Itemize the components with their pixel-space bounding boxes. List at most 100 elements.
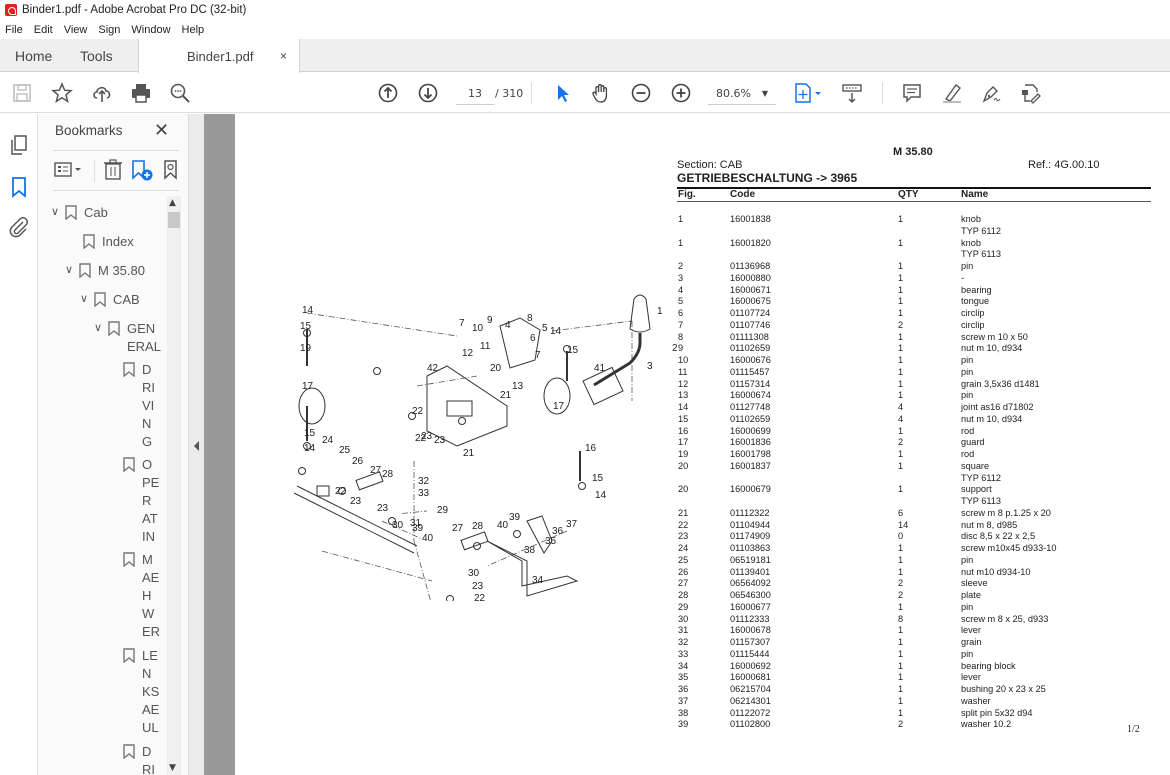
- scroll-up-icon[interactable]: ▲: [169, 198, 176, 208]
- print-icon[interactable]: [129, 81, 153, 105]
- cell-name: pin: [961, 601, 974, 612]
- cell-qty: 1: [898, 331, 904, 342]
- cell-qty: 1: [898, 308, 904, 318]
- new-bookmark-icon[interactable]: [130, 158, 154, 182]
- cell-qty: 1: [898, 343, 904, 354]
- column-header-qty: QTY: [898, 189, 919, 200]
- bookmarks-icon[interactable]: [8, 176, 30, 198]
- bookmark-label: GEN ERAL: [127, 321, 161, 354]
- chevron-down-icon[interactable]: ∨: [65, 263, 79, 276]
- bookmark-item-dri[interactable]: D RI: [123, 743, 155, 775]
- diagram-callout-label: 33: [418, 488, 430, 499]
- diagram-callout-label: 15: [304, 428, 316, 439]
- cell-qty: 1: [898, 660, 904, 671]
- menu-file[interactable]: File: [5, 24, 23, 36]
- tab-document[interactable]: Binder1.pdf ×: [138, 39, 300, 73]
- diagram-part-guard: [298, 387, 326, 425]
- diagram-part-nut: [298, 467, 306, 475]
- tab-tools[interactable]: Tools: [68, 39, 138, 72]
- comment-icon[interactable]: [900, 81, 924, 105]
- diagram-callout-label: 10: [472, 323, 484, 334]
- fit-page-icon[interactable]: [792, 81, 826, 105]
- diagram-callout-label: 37: [566, 519, 578, 530]
- diagram-callout-label: 1: [657, 306, 663, 317]
- bookmarks-scrollbar[interactable]: ▲ ▼: [167, 196, 181, 775]
- bookmark-item-general[interactable]: ∨ GEN ERAL: [94, 320, 161, 356]
- diagram-callout-label: 8: [527, 313, 533, 324]
- cell-name: screw m 8 p.1.25 x 20: [961, 507, 1051, 518]
- acrobat-logo-icon: [5, 4, 17, 16]
- menu-window[interactable]: Window: [131, 24, 170, 36]
- cell-fig: 2: [678, 261, 684, 271]
- cell-fig: 28: [678, 590, 689, 600]
- chevron-down-icon[interactable]: ∨: [80, 292, 94, 305]
- scroll-down-icon[interactable]: ▼: [169, 763, 176, 773]
- collapse-panel-icon[interactable]: [194, 441, 199, 451]
- bookmark-star-icon[interactable]: [50, 81, 74, 105]
- panel-close-button[interactable]: ✕: [154, 120, 169, 141]
- select-cursor-icon[interactable]: [551, 81, 575, 105]
- panel-collapse-gutter[interactable]: [188, 114, 204, 775]
- cell-qty: 1: [898, 601, 904, 612]
- cell-code: 06564092: [730, 578, 771, 589]
- cell-fig: 20: [678, 484, 689, 495]
- scrollbar-thumb[interactable]: [168, 212, 180, 228]
- bookmark-label: CAB: [113, 292, 140, 307]
- bookmark-item-operating[interactable]: O PE R AT IN: [123, 456, 159, 546]
- zoom-level-select[interactable]: 80.6% ▼: [708, 83, 776, 105]
- bookmark-options-button[interactable]: [53, 158, 89, 182]
- chevron-down-icon[interactable]: ∨: [94, 321, 108, 334]
- diagram-callout-label: 28: [472, 521, 484, 532]
- highlight-icon[interactable]: [940, 81, 964, 105]
- attachments-icon[interactable]: [8, 216, 30, 238]
- cell-name: TYP 6113: [961, 249, 1002, 260]
- fill-sign-icon[interactable]: [1018, 81, 1042, 105]
- sign-icon[interactable]: [980, 81, 1004, 105]
- bookmark-item-cab-section[interactable]: ∨ CAB: [80, 291, 140, 309]
- upload-cloud-icon[interactable]: [90, 81, 114, 105]
- menu-sign[interactable]: Sign: [98, 24, 120, 36]
- cell-qty: 1: [898, 554, 904, 565]
- diagram-callout-label: 26: [352, 456, 364, 467]
- scroll-mode-icon[interactable]: [840, 81, 864, 105]
- diagram-callout-label: 34: [532, 575, 544, 586]
- cell-qty: 1: [898, 543, 904, 553]
- menu-edit[interactable]: Edit: [34, 24, 53, 36]
- header-rule: [677, 201, 1151, 202]
- bookmark-item-lenksaeul[interactable]: LE N KS AE UL: [123, 647, 159, 737]
- save-icon[interactable]: [10, 81, 34, 105]
- bookmark-item-driving[interactable]: D RI VI N G: [123, 361, 155, 451]
- column-header-fig: Fig.: [678, 189, 696, 200]
- page-thumbnails-icon[interactable]: [8, 134, 30, 156]
- cell-fig: 19: [678, 449, 689, 459]
- cell-qty: 1: [898, 684, 904, 694]
- cell-name: split pin 5x32 d94: [961, 707, 1033, 718]
- page-up-icon[interactable]: [376, 81, 400, 105]
- cell-qty: 1: [898, 648, 904, 659]
- bookmark-item-maehwer[interactable]: M AE H W ER: [123, 551, 160, 641]
- page-number-input[interactable]: 13: [456, 83, 494, 105]
- bookmark-item-cab[interactable]: ∨ Cab: [51, 204, 108, 222]
- bookmark-item-index[interactable]: Index: [83, 233, 134, 251]
- cell-name: washer: [961, 695, 991, 706]
- menu-help[interactable]: Help: [182, 24, 205, 36]
- cell-fig: 20: [678, 460, 689, 471]
- zoom-in-icon[interactable]: [669, 81, 693, 105]
- bookmark-item-m3580[interactable]: ∨ M 35.80: [65, 262, 145, 280]
- zoom-out-icon[interactable]: [629, 81, 653, 105]
- bookmark-properties-icon[interactable]: [162, 158, 180, 182]
- tab-home[interactable]: Home: [0, 39, 68, 72]
- bookmark-icon: [123, 648, 135, 663]
- cell-fig: 8: [678, 331, 684, 342]
- chevron-down-icon[interactable]: ∨: [51, 205, 65, 218]
- page-down-icon[interactable]: [416, 81, 440, 105]
- cell-qty: 1: [898, 261, 904, 271]
- menu-view[interactable]: View: [64, 24, 88, 36]
- cell-fig: 10: [678, 355, 689, 365]
- search-zoom-icon[interactable]: [168, 81, 192, 105]
- hand-pan-icon[interactable]: [589, 81, 613, 105]
- tab-close-button[interactable]: ×: [280, 49, 287, 63]
- delete-bookmark-icon[interactable]: [102, 158, 124, 182]
- bookmark-icon: [123, 457, 135, 472]
- panel-divider: [53, 150, 179, 151]
